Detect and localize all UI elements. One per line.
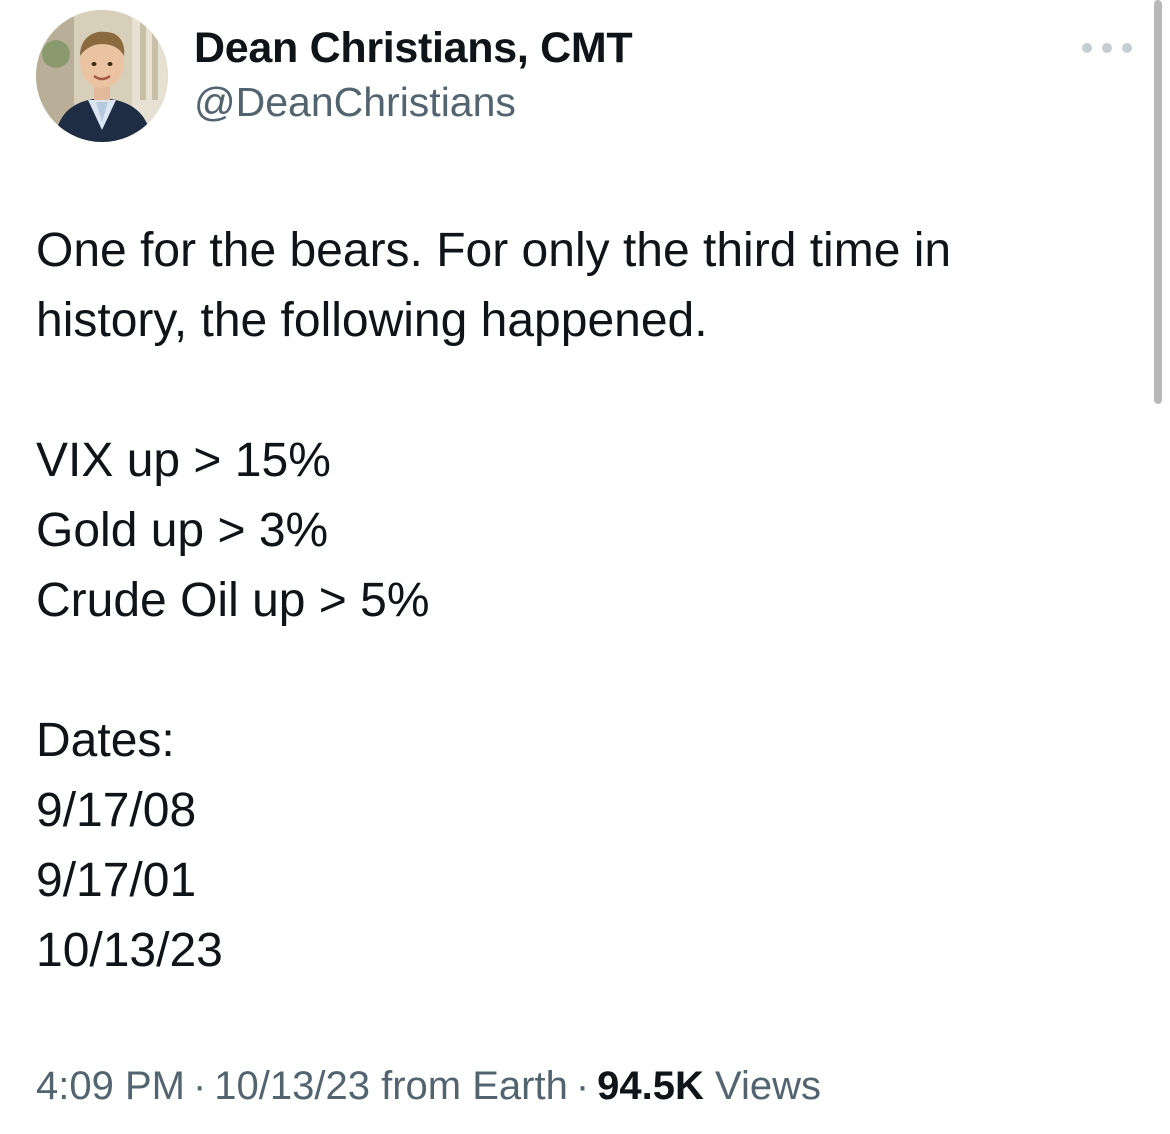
avatar-image: [36, 10, 168, 142]
dates-label: Dates:: [36, 714, 175, 767]
condition-line: Gold up > 3%: [36, 504, 329, 557]
tweet-text-line: One for the bears. For only the third ti…: [36, 224, 952, 277]
more-horizontal-icon: [1102, 43, 1112, 53]
author-handle[interactable]: @DeanChristians: [194, 78, 516, 126]
scrollbar[interactable]: [1154, 0, 1162, 404]
avatar[interactable]: [36, 10, 168, 142]
meta-separator: ·: [192, 1064, 207, 1108]
views-label[interactable]: Views: [715, 1064, 821, 1108]
more-horizontal-icon: [1122, 43, 1132, 53]
date-line: 10/13/23: [36, 924, 223, 977]
tweet-text-line: history, the following happened.: [36, 294, 708, 347]
tweet: Dean Christians, CMT @DeanChristians One…: [0, 0, 1170, 1134]
more-horizontal-icon: [1082, 43, 1092, 53]
author-display-name[interactable]: Dean Christians, CMT: [194, 24, 633, 72]
date-line: 9/17/08: [36, 784, 197, 837]
condition-line: Crude Oil up > 5%: [36, 574, 430, 627]
condition-line: VIX up > 15%: [36, 434, 331, 487]
tweet-time[interactable]: 4:09 PM: [36, 1064, 185, 1108]
more-options-button[interactable]: [1082, 34, 1132, 62]
tweet-date-source[interactable]: 10/13/23 from Earth: [214, 1064, 568, 1108]
views-count[interactable]: 94.5K: [597, 1064, 704, 1108]
tweet-text: One for the bears. For only the third ti…: [36, 216, 1126, 986]
date-line: 9/17/01: [36, 854, 197, 907]
meta-separator: ·: [575, 1064, 590, 1108]
tweet-meta: 4:09 PM · 10/13/23 from Earth · 94.5K Views: [36, 1060, 821, 1112]
